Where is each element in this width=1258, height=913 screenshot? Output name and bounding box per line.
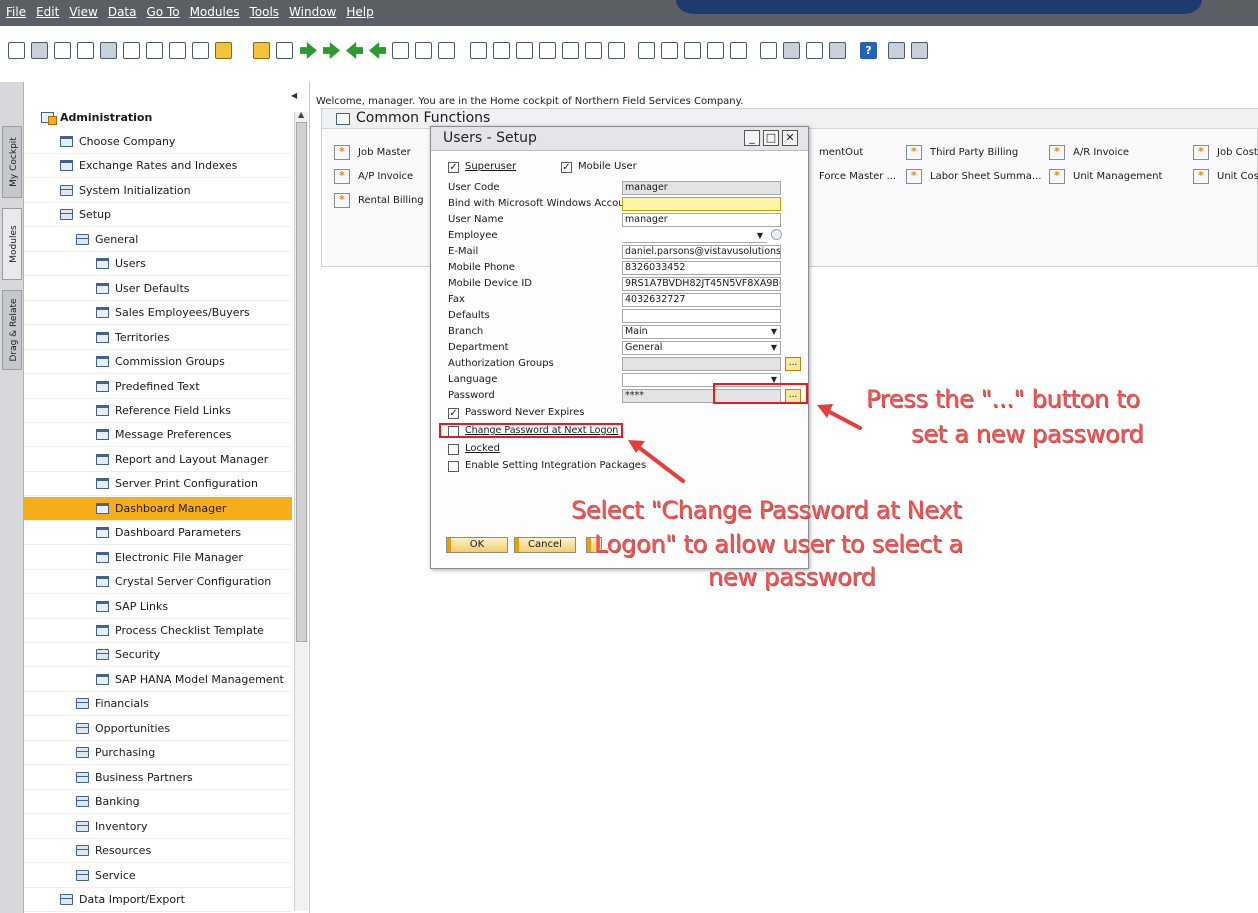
password-callout-line1: Press the "..." button to	[866, 385, 1140, 413]
password-callout-line2: set a new password	[911, 420, 1144, 448]
change-callout-line3: new password	[708, 563, 876, 591]
change-password-arrow-line	[635, 444, 685, 483]
annotation-arrows	[628, 404, 862, 483]
password-arrow-line	[824, 408, 862, 430]
change-callout-line2: Logon" to allow user to select a	[594, 530, 963, 558]
change-callout-line1: Select "Change Password at Next	[571, 496, 962, 524]
